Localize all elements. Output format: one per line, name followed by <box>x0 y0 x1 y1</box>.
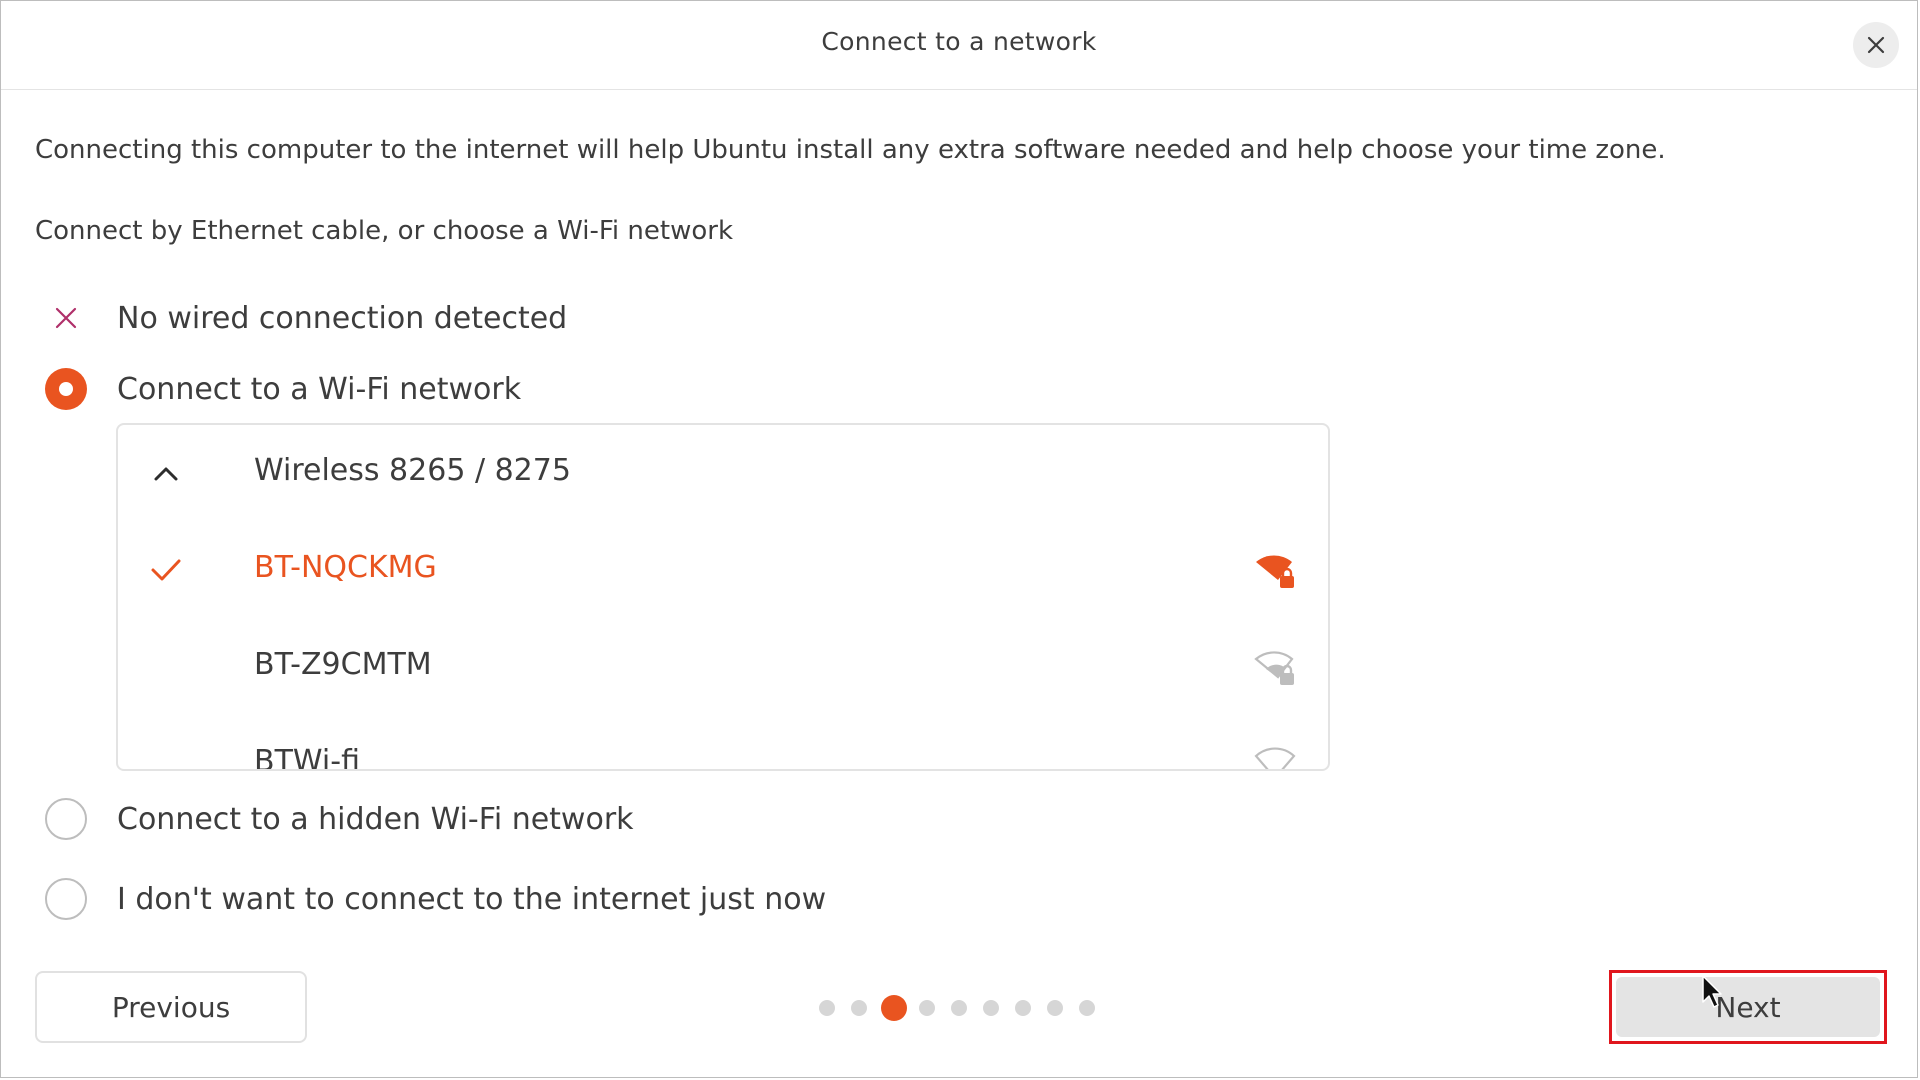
page-indicator <box>819 995 1095 1021</box>
titlebar: Connect to a network <box>1 1 1917 90</box>
page-dot <box>983 1000 999 1016</box>
page-dot-current <box>881 995 907 1021</box>
option-wifi[interactable]: Connect to a Wi-Fi network <box>45 368 521 410</box>
wifi-network-name: BT-Z9CMTM <box>254 647 432 682</box>
option-hidden-wifi[interactable]: Connect to a hidden Wi-Fi network <box>45 798 634 840</box>
close-button[interactable] <box>1853 22 1899 68</box>
subintro-text: Connect by Ethernet cable, or choose a W… <box>35 216 734 246</box>
previous-button[interactable]: Previous <box>35 971 307 1043</box>
x-icon <box>45 297 87 339</box>
wifi-network-name: BTWi-fi <box>254 744 360 771</box>
close-icon <box>1867 36 1885 54</box>
radio-no-connection[interactable] <box>45 878 87 920</box>
option-wifi-label: Connect to a Wi-Fi network <box>117 371 522 407</box>
wifi-network-row[interactable]: BT-NQCKMG <box>118 522 1328 618</box>
page-dot <box>851 1000 867 1016</box>
page-dot <box>1015 1000 1031 1016</box>
wifi-adapter-header[interactable]: Wireless 8265 / 8275 <box>118 425 1328 521</box>
radio-wifi[interactable] <box>45 368 87 410</box>
page-dot <box>919 1000 935 1016</box>
next-button-highlight: Next <box>1609 970 1887 1044</box>
wifi-strong-lock-icon <box>1256 555 1294 588</box>
page-dot <box>1047 1000 1063 1016</box>
wired-status-label: No wired connection detected <box>117 300 568 336</box>
option-no-connection-label: I don't want to connect to the internet … <box>117 881 827 917</box>
installer-window: Connect to a network Connecting this com… <box>0 0 1918 1078</box>
page-dot <box>819 1000 835 1016</box>
wifi-weak-icon <box>1254 747 1296 769</box>
wifi-network-row[interactable]: BTWi-fi <box>118 716 1328 771</box>
intro-text: Connecting this computer to the internet… <box>35 135 1666 165</box>
radio-hidden-wifi[interactable] <box>45 798 87 840</box>
page-dot <box>951 1000 967 1016</box>
option-hidden-wifi-label: Connect to a hidden Wi-Fi network <box>117 801 634 837</box>
page-dot <box>1079 1000 1095 1016</box>
radio-dot <box>59 382 73 396</box>
chevron-up-icon[interactable] <box>146 453 186 493</box>
option-no-connection[interactable]: I don't want to connect to the internet … <box>45 878 826 920</box>
wifi-network-list[interactable]: Wireless 8265 / 8275 BT-NQCKMG BT-Z9CMTM <box>116 423 1330 771</box>
wifi-weak-lock-icon <box>1254 651 1294 685</box>
next-button[interactable]: Next <box>1616 977 1880 1037</box>
mouse-cursor-icon <box>1702 975 1722 1008</box>
window-title: Connect to a network <box>821 27 1097 56</box>
wifi-network-row[interactable]: BT-Z9CMTM <box>118 619 1328 715</box>
checkmark-icon <box>146 550 186 590</box>
wired-status-row: No wired connection detected <box>45 297 567 339</box>
wifi-adapter-label: Wireless 8265 / 8275 <box>254 453 571 488</box>
wifi-network-name: BT-NQCKMG <box>254 550 437 585</box>
